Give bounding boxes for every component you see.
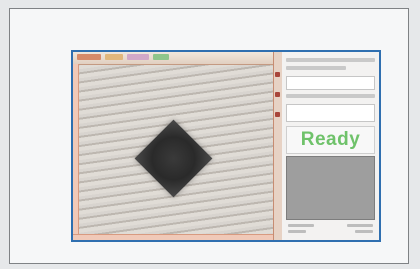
viewer-left-ruler — [73, 64, 79, 240]
diamond-shape-icon — [134, 119, 213, 198]
tool-icon[interactable] — [275, 72, 280, 77]
toolbar-item[interactable] — [153, 54, 169, 60]
viewer-toolbar — [73, 52, 273, 65]
panel-field[interactable] — [286, 104, 375, 122]
graph-footer — [286, 222, 375, 236]
toolbar-item[interactable] — [127, 54, 149, 60]
panel-field[interactable] — [286, 76, 375, 90]
readout-graph — [286, 156, 375, 220]
footer-text — [355, 230, 373, 233]
panel-row — [286, 66, 346, 70]
thumbnail-frame: Ready — [9, 8, 409, 264]
tool-icon[interactable] — [275, 92, 280, 97]
footer-text — [288, 224, 314, 227]
image-viewer — [73, 52, 273, 240]
panel-row — [286, 58, 375, 62]
status-panel: Ready — [282, 52, 379, 240]
toolbar-item[interactable] — [105, 54, 123, 60]
footer-text — [288, 230, 306, 233]
app-screenshot: Ready — [71, 50, 381, 242]
footer-text — [347, 224, 373, 227]
toolbar-item[interactable] — [77, 54, 101, 60]
status-ready-label: Ready — [286, 126, 375, 154]
panel-row — [286, 94, 375, 98]
viewer-bottom-ruler — [73, 234, 273, 240]
tool-icon[interactable] — [275, 112, 280, 117]
